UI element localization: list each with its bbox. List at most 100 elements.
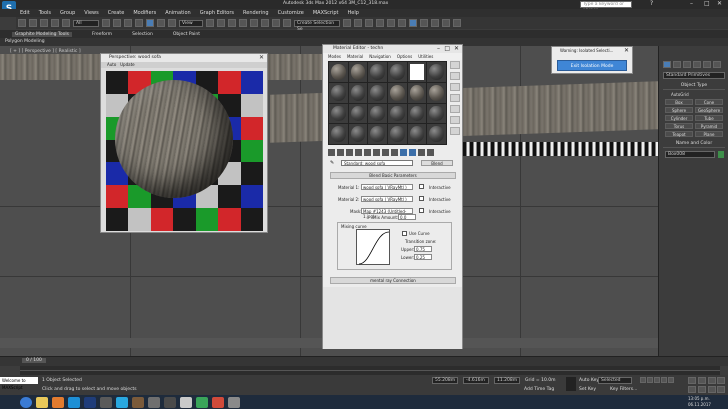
close-icon[interactable]: ✕ — [717, 0, 722, 7]
put-to-library-icon[interactable] — [382, 149, 389, 156]
align-icon[interactable] — [354, 19, 362, 27]
rendered-frame-window-icon[interactable] — [431, 19, 439, 27]
preview-auto-button[interactable]: Auto — [107, 62, 116, 67]
menu-customize[interactable]: Customize — [278, 10, 304, 16]
sample-slot[interactable] — [368, 124, 387, 144]
spinner-snap-icon[interactable] — [272, 19, 280, 27]
pan-icon[interactable] — [697, 385, 706, 393]
me-menu-utilities[interactable]: Utilities — [418, 53, 433, 60]
menu-views[interactable]: Views — [84, 10, 98, 16]
zoom-all-icon[interactable] — [697, 377, 706, 384]
me-menu-navigation[interactable]: Navigation — [369, 53, 391, 60]
lower-spinner[interactable]: 0.25 — [414, 254, 432, 260]
minimize-icon[interactable]: – — [437, 45, 440, 52]
mirror-icon[interactable] — [343, 19, 351, 27]
angle-snap-icon[interactable] — [250, 19, 258, 27]
next-frame-icon[interactable] — [661, 377, 667, 383]
sample-slot[interactable] — [348, 124, 368, 144]
redo-icon[interactable] — [29, 19, 37, 27]
tab-selection[interactable]: Selection — [132, 32, 153, 37]
mix-amount-spinner[interactable]: 0.0 — [398, 214, 416, 220]
orbit-icon[interactable] — [707, 385, 716, 393]
3dsmax-taskbar-icon[interactable] — [68, 396, 80, 408]
object-type-header[interactable]: Object Type — [663, 83, 725, 90]
close-icon[interactable]: ✕ — [259, 54, 264, 61]
tube-button[interactable]: Tube — [695, 115, 723, 121]
track-bar[interactable] — [20, 366, 720, 375]
maximize-icon[interactable]: □ — [444, 45, 450, 52]
reset-map-icon[interactable] — [355, 149, 362, 156]
hierarchy-tab-icon[interactable] — [683, 61, 691, 68]
me-menu-modes[interactable]: Modes — [328, 53, 341, 60]
add-time-tag[interactable]: Add Time Tag — [524, 387, 554, 392]
ref-coord-dropdown[interactable]: View — [179, 19, 203, 27]
key-mode-dropdown[interactable]: Selected — [598, 377, 632, 384]
go-to-start-icon[interactable] — [640, 377, 646, 383]
script-listener-mini[interactable]: Welcome to MAXScript — [0, 377, 38, 390]
material2-interactive-label[interactable]: Interactive — [429, 197, 451, 202]
percent-snap-icon[interactable] — [261, 19, 269, 27]
material-editor-icon[interactable] — [409, 19, 417, 27]
time-slider[interactable]: 0 / 100 — [0, 356, 728, 366]
sample-slot[interactable] — [387, 82, 407, 103]
select-move-icon[interactable] — [146, 19, 154, 27]
material-type-button[interactable]: Blend — [421, 160, 453, 166]
close-icon[interactable]: ✕ — [624, 47, 629, 54]
plane-button[interactable]: Plane — [695, 131, 723, 137]
app-icon[interactable] — [228, 396, 240, 408]
undo-icon[interactable] — [18, 19, 26, 27]
edit-named-selection-icon[interactable] — [283, 19, 291, 27]
sample-slot[interactable] — [407, 124, 427, 144]
y-coord-field[interactable]: -4.616m — [463, 377, 489, 384]
go-forward-sibling-icon[interactable] — [427, 149, 434, 156]
mask-interactive-label[interactable]: Interactive — [429, 209, 451, 214]
previous-frame-icon[interactable] — [647, 377, 653, 383]
menu-edit[interactable]: Edit — [20, 10, 30, 16]
material-name-field[interactable]: Standard: wood sofa — [341, 160, 413, 166]
material-id-icon[interactable] — [391, 149, 398, 156]
minimize-icon[interactable]: – — [690, 0, 693, 7]
put-to-scene-icon[interactable] — [337, 149, 344, 156]
render-iterative-icon[interactable] — [453, 19, 461, 27]
cone-button[interactable]: Cone — [695, 99, 723, 105]
zoom-extents-all-icon[interactable] — [717, 377, 726, 384]
menu-tools[interactable]: Tools — [39, 10, 51, 16]
select-rotate-icon[interactable] — [157, 19, 165, 27]
mask-enable-checkbox[interactable] — [419, 208, 424, 213]
select-object-icon[interactable] — [102, 19, 110, 27]
render-production-icon[interactable] — [442, 19, 450, 27]
create-tab-icon[interactable] — [663, 61, 671, 68]
fov-icon[interactable] — [688, 385, 696, 393]
torus-button[interactable]: Torus — [665, 123, 693, 129]
sample-slot[interactable] — [368, 103, 387, 124]
app-icon[interactable] — [100, 396, 112, 408]
select-scale-icon[interactable] — [168, 19, 176, 27]
material2-enable-checkbox[interactable] — [419, 196, 424, 201]
isolation-warning-dialog[interactable]: Warning: Isolated Selecti... ✕ Exit Isol… — [551, 46, 633, 74]
show-map-in-viewport-icon[interactable] — [400, 149, 407, 156]
tab-object-paint[interactable]: Object Paint — [173, 32, 200, 37]
selection-filter-dropdown[interactable]: All — [73, 19, 99, 27]
sample-slot[interactable] — [368, 82, 387, 103]
set-key-button[interactable]: Set Key — [579, 387, 596, 392]
search-input[interactable]: Type a keyword or phrase — [580, 1, 632, 13]
menu-animation[interactable]: Animation — [165, 10, 191, 16]
uv-tiling-icon[interactable] — [450, 94, 460, 102]
object-name-field[interactable]: Box008 — [665, 151, 715, 158]
menu-rendering[interactable]: Rendering — [243, 10, 269, 16]
perspective-preview-window[interactable]: Perspective: wood sofa ✕ Auto Update — [100, 53, 268, 233]
show-end-result-icon[interactable] — [409, 149, 416, 156]
auto-key-button[interactable]: Auto Key — [579, 378, 599, 383]
sample-slot[interactable] — [329, 62, 348, 82]
sample-slot[interactable] — [387, 103, 407, 124]
menu-help[interactable]: Help — [348, 10, 359, 16]
sample-type-icon[interactable] — [450, 61, 460, 69]
start-button-icon[interactable] — [20, 396, 32, 408]
me-menu-options[interactable]: Options — [397, 53, 412, 60]
motion-tab-icon[interactable] — [693, 61, 701, 68]
sample-slot[interactable] — [329, 103, 348, 124]
sample-slot[interactable] — [427, 124, 446, 144]
sample-slot[interactable] — [427, 103, 446, 124]
close-icon[interactable]: ✕ — [454, 45, 459, 52]
clock-date[interactable]: 06.11.2017 — [688, 402, 711, 407]
